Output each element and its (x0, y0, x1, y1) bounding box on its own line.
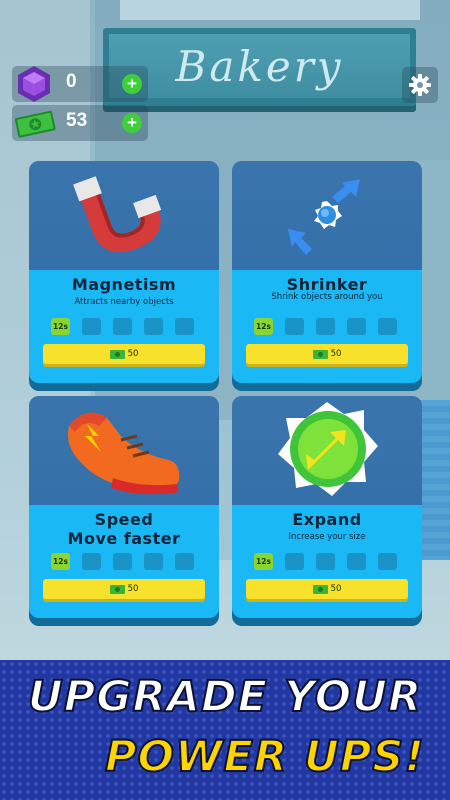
powerup-card-magnetism[interactable]: Magnetism Attracts nearby objects 12s 50 (29, 161, 219, 383)
cash-counter: 53 + (12, 105, 148, 141)
cash-count: 53 (66, 110, 88, 131)
level-track: 12s (254, 318, 397, 335)
store-sign-face: Bakery (109, 34, 410, 98)
card-title: Expand (292, 510, 362, 529)
level-slot (144, 318, 163, 335)
card-title: Speed (94, 510, 154, 529)
cash-icon (109, 584, 125, 594)
card-description: Move faster (67, 529, 181, 548)
level-slot-current: 12s (51, 553, 70, 570)
level-slot (285, 318, 304, 335)
card-description: Shrink objects around you (271, 292, 383, 302)
level-track: 12s (51, 318, 194, 335)
level-slot (144, 553, 163, 570)
cash-icon (312, 584, 328, 594)
shrink-arrows-icon (288, 179, 360, 255)
level-slot (113, 318, 132, 335)
upgrade-button[interactable]: 50 (43, 344, 205, 364)
banner-headline: UPGRADE YOUR (27, 671, 423, 723)
level-slot (347, 318, 366, 335)
level-slot (378, 553, 397, 570)
banner-subheadline: POWER UPS! (104, 731, 425, 783)
level-slot (347, 553, 366, 570)
level-slot (285, 553, 304, 570)
level-slot-current: 12s (254, 553, 273, 570)
background-roof (120, 0, 420, 20)
upgrade-price: 50 (330, 349, 342, 359)
card-description: Increase your size (288, 532, 366, 542)
cash-icon (109, 349, 125, 359)
level-slot (175, 318, 194, 335)
level-slot-current: 12s (51, 318, 70, 335)
upgrade-price: 50 (127, 584, 139, 594)
upgrade-price: 50 (330, 584, 342, 594)
powerup-card-shrinker[interactable]: Shrinker Shrink objects around you 12s 5… (232, 161, 422, 383)
level-slot-current: 12s (254, 318, 273, 335)
level-slot (316, 318, 335, 335)
gem-count: 0 (66, 71, 77, 92)
level-slot (82, 553, 101, 570)
card-description: Attracts nearby objects (74, 297, 174, 307)
level-slot (175, 553, 194, 570)
upgrade-button[interactable]: 50 (43, 579, 205, 599)
level-track: 12s (51, 553, 194, 570)
upgrade-button[interactable]: 50 (246, 344, 408, 364)
powerup-card-speed[interactable]: Speed Move faster 12s 50 (29, 396, 219, 618)
magnet-icon (73, 176, 162, 253)
level-slot (82, 318, 101, 335)
settings-button[interactable] (402, 67, 438, 103)
level-slot (113, 553, 132, 570)
powerup-card-expand[interactable]: Expand Increase your size 12s 50 (232, 396, 422, 618)
gear-icon (409, 74, 431, 96)
gem-icon (14, 64, 54, 104)
level-slot (316, 553, 335, 570)
upgrade-button[interactable]: 50 (246, 579, 408, 599)
expand-arrows-icon (278, 402, 378, 496)
add-gems-button[interactable]: + (122, 74, 142, 94)
store-sign: Bakery (103, 28, 416, 106)
level-track: 12s (254, 553, 397, 570)
level-slot (378, 318, 397, 335)
cash-icon (14, 103, 56, 143)
cash-icon (312, 349, 328, 359)
card-title: Magnetism (71, 275, 177, 294)
store-sign-text: Bakery (175, 41, 344, 91)
gem-counter: 0 + (12, 66, 148, 102)
sneaker-icon (68, 412, 180, 495)
add-cash-button[interactable]: + (122, 113, 142, 133)
upgrade-price: 50 (127, 349, 139, 359)
